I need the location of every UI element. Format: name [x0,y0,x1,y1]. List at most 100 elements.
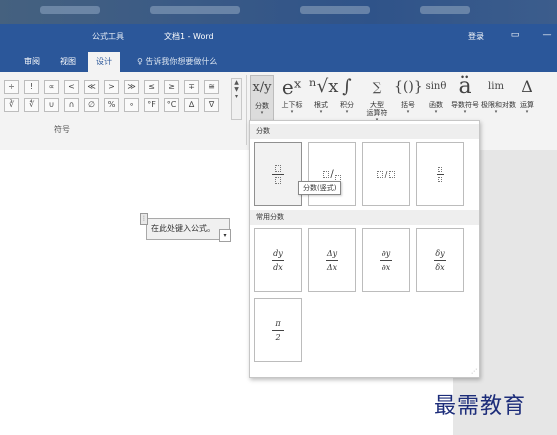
structure-label: 大型 运算符 [366,101,388,117]
tab-view[interactable]: 视图 [60,56,76,67]
symbol-button[interactable]: ≥ [164,80,179,94]
structure-limit-log-button[interactable]: lim 极限和对数 ▾ [481,75,516,119]
tell-me-search[interactable]: ♀ 告诉我你想要做什么 [137,56,217,67]
fraction-skewed[interactable]: / [308,142,356,206]
structure-label: 运算 [520,101,534,109]
fraction-bar [380,259,392,261]
fraction-denominator: dx [273,262,283,272]
equation-options-dropdown[interactable]: ▾ [219,229,231,242]
fraction-bar [434,259,446,261]
fraction-expression: ∂y ∂x [363,229,409,291]
symbol-button[interactable]: < [64,80,79,94]
chevron-down-icon: ▾ [319,109,323,115]
fraction-expression: dy dx [255,229,301,291]
fraction-numerator: π [275,318,281,328]
structure-label: 括号 [401,101,415,109]
fraction-gallery: 分数 / / 常用分数 dy dx Δy Δx ∂y ∂x δy δx π 2 ⋰ [249,120,480,378]
script-icon: eˣ [281,75,303,99]
document-title: 文档1 - Word [164,32,214,41]
symbol-button[interactable]: ≪ [84,80,99,94]
symbol-button[interactable]: ∜ [24,98,39,112]
symbol-button[interactable]: ≤ [144,80,159,94]
structure-fraction-button[interactable]: x/y 分数 ▾ [250,75,274,121]
ribbon-display-icon[interactable]: ▭ [508,28,522,42]
bracket-icon: {()} [394,79,423,95]
equation-handle[interactable]: ⋮ [140,213,148,225]
symbol-button[interactable]: ∛ [4,98,19,112]
minimize-icon[interactable]: — [540,28,554,42]
section-common-fractions: 常用分数 [250,210,479,225]
structure-function-button[interactable]: sinθ 函数 ▾ [424,75,448,119]
large-operator-icon: ∑ [372,80,382,94]
symbol-button[interactable]: % [104,98,119,112]
tab-review[interactable]: 审阅 [24,56,40,67]
symbol-button[interactable]: ∩ [64,98,79,112]
symbol-gallery-scroll[interactable]: ▲ ▼ ▾ [231,78,242,120]
ribbon-separator [246,75,247,145]
fraction-denominator: ∂x [381,262,391,272]
symbol-button[interactable]: ∅ [84,98,99,112]
fraction-numerator: dy [273,248,283,258]
symbols-group-label: 符号 [54,125,70,134]
fraction-numerator: ∂y [381,248,391,258]
structure-integral-button[interactable]: ∫ 积分 ▾ [335,75,359,119]
chevron-down-icon: ▾ [525,109,529,115]
fraction-denominator: 2 [275,332,281,342]
radical-icon: ⁿ√x [309,76,339,97]
symbol-button[interactable]: ∪ [44,98,59,112]
structure-radical-button[interactable]: ⁿ√x 根式 ▾ [309,75,339,119]
symbol-button[interactable]: °F [144,98,159,112]
limit-log-icon: lim [488,81,504,92]
symbol-button[interactable]: ≅ [204,80,219,94]
section-fraction: 分数 [250,124,479,139]
symbol-button[interactable]: ∘ [124,98,139,112]
tooltip: 分数(竖式) [298,181,342,195]
symbol-button[interactable]: ÷ [4,80,19,94]
operator-icon: Δ [521,77,533,96]
fraction-denominator: Δx [326,262,338,272]
fraction-expression: δy δx [417,229,463,291]
structure-label: 分数 [255,102,269,110]
tab-design[interactable]: 设计 [88,52,120,72]
structure-script-button[interactable]: eˣ 上下标 ▾ [277,75,307,119]
fraction-icon: x/y [252,80,272,95]
fraction-bar [272,259,284,261]
chevron-down-icon: ▾ [290,109,294,115]
structure-operator-button[interactable]: Δ 运算 ▾ [512,75,542,119]
fraction-numerator: δy [435,248,445,258]
common-fraction-tile[interactable]: δy δx [416,228,464,292]
common-fraction-tile[interactable]: π2 [254,298,302,362]
symbol-button[interactable]: ≫ [124,80,139,94]
chevron-down-icon: ▾ [406,109,410,115]
structure-label: 函数 [429,101,443,109]
fraction-bar [326,259,338,261]
symbol-button[interactable]: ∆ [184,98,199,112]
common-fraction-tile[interactable]: dy dx [254,228,302,292]
equation-box[interactable]: ⋮ 在此处键入公式。 ▾ [140,213,231,242]
symbol-button[interactable]: ∝ [44,80,59,94]
chevron-down-icon: ▾ [494,109,498,115]
gallery-resize-grip[interactable]: ⋰ [471,368,477,375]
structure-accent-button[interactable]: ä 导数符号 ▾ [451,75,479,119]
chevron-down-icon: ▾ [345,109,349,115]
fraction-stacked[interactable] [254,142,302,206]
common-fraction-tile[interactable]: ∂y ∂x [362,228,410,292]
symbol-button[interactable]: > [104,80,119,94]
symbol-button[interactable]: ∇ [204,98,219,112]
fraction-linear[interactable]: / [362,142,410,206]
fraction-expression: π2 [255,299,301,361]
watermark: 最需教育 [434,394,527,419]
common-fraction-tile[interactable]: Δy Δx [308,228,356,292]
chevron-down-icon: ▾ [434,109,438,115]
chevron-down-icon: ▾ [260,110,264,116]
tell-me-text: 告诉我你想要做什么 [145,57,218,66]
structure-bracket-button[interactable]: {()} 括号 ▾ [394,75,423,119]
structure-large-operator-button[interactable]: ∑大型 运算符▾ [362,75,392,123]
structure-label: 上下标 [281,101,303,109]
symbol-button[interactable]: ∓ [184,80,199,94]
fraction-small[interactable] [416,142,464,206]
structure-label: 积分 [340,101,354,109]
symbol-button[interactable]: °C [164,98,179,112]
login-button[interactable]: 登录 [468,31,484,42]
symbol-button[interactable]: ! [24,80,39,94]
